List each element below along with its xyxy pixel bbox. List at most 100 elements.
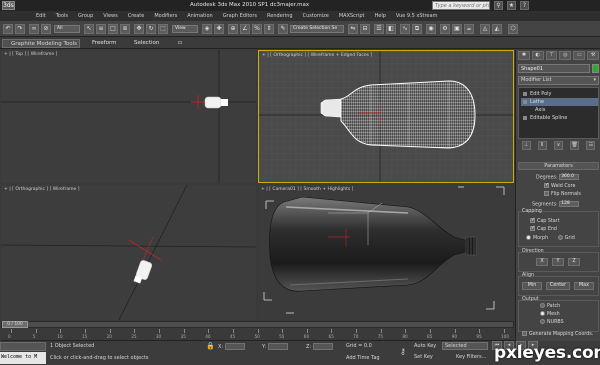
search-box[interactable] [432, 1, 490, 10]
menu-group[interactable]: Group [78, 11, 93, 21]
material-editor-icon[interactable]: ◉ [426, 24, 436, 34]
show-end-result-icon[interactable]: Ⅱ [537, 141, 547, 150]
menu-modifiers[interactable]: Modifiers [154, 11, 177, 21]
scale-icon[interactable]: ⬚ [158, 24, 168, 34]
stack-item-edit-poly[interactable]: Edit Poly [523, 90, 552, 98]
key-selection-dropdown[interactable]: Selected [442, 342, 488, 350]
cap-start-checkbox[interactable]: ✓ [530, 218, 535, 223]
create-tab-icon[interactable]: ✱ [518, 51, 530, 60]
viewport-label[interactable]: + | [ Orthographic ] [ Wireframe + Edged… [262, 53, 372, 58]
percent-snap-icon[interactable]: % [252, 24, 262, 34]
gen-mapping-checkbox[interactable] [522, 331, 527, 336]
menu-maxscript[interactable]: MAXScript [339, 11, 365, 21]
spinner-snap-icon[interactable]: ⇕ [264, 24, 274, 34]
viewport-top[interactable]: + | [ Top ] [ Wireframe ] [1, 50, 256, 183]
angle-snap-icon[interactable]: ∠ [240, 24, 250, 34]
grid-radio[interactable] [557, 235, 563, 240]
edit-named-sets-icon[interactable]: ✎ [278, 24, 288, 34]
tab-selection[interactable]: Selection [134, 40, 159, 46]
tab-graphite-modeling-tools[interactable]: Graphite Modeling Tools [2, 39, 80, 48]
weld-core-checkbox[interactable]: ✓ [544, 183, 549, 188]
menu-create[interactable]: Create [128, 11, 145, 21]
time-slider[interactable]: 0 / 100 [1, 321, 514, 328]
segments-spinner[interactable]: 128 [559, 201, 580, 207]
stack-item-editable-spline[interactable]: Editable Spline [523, 114, 567, 122]
layer-manager-icon[interactable]: ☰ [374, 24, 384, 34]
key-filters-button[interactable]: Key Filters... [456, 354, 486, 360]
select-by-name-icon[interactable]: ≡ [96, 24, 106, 34]
move-icon[interactable]: ✥ [134, 24, 144, 34]
rect-region-icon[interactable]: □ [108, 24, 118, 34]
unlink-icon[interactable]: ⊘ [41, 24, 51, 34]
tab-freeform[interactable]: Freeform [92, 40, 117, 46]
menu-help[interactable]: Help [375, 11, 386, 21]
patch-radio[interactable] [540, 303, 545, 308]
link-icon[interactable]: ∞ [29, 24, 39, 34]
modifier-list-dropdown[interactable]: Modifier List [518, 76, 599, 85]
display-tab-icon[interactable]: ▭ [573, 51, 586, 60]
redo-icon[interactable]: ↷ [15, 24, 25, 34]
viewport-camera[interactable]: + | [ Camera01 ] [ Smooth + Highlights ] [258, 185, 514, 320]
maxscript-listener-top[interactable] [0, 342, 46, 351]
viewport-front[interactable]: + | [ Orthographic ] [ Wireframe + Edged… [258, 50, 514, 183]
vue-render-icon[interactable]: ◭ [492, 24, 502, 34]
motion-tab-icon[interactable]: ◎ [559, 51, 572, 60]
window-crossing-icon[interactable]: ⧈ [120, 24, 130, 34]
app-logo-icon[interactable]: 3ds [2, 1, 15, 10]
menu-tools[interactable]: Tools [56, 11, 68, 21]
direction-y-button[interactable]: Y [552, 258, 564, 266]
direction-x-button[interactable]: X [536, 258, 548, 266]
align-max-button[interactable]: Max [574, 282, 594, 290]
align-min-button[interactable]: Min [522, 282, 542, 290]
menu-rendering[interactable]: Rendering [267, 11, 293, 21]
set-key-icon[interactable]: ⚷ [400, 347, 406, 356]
curve-editor-icon[interactable]: ∿ [400, 24, 410, 34]
graphite-toggle-icon[interactable]: ◧ [386, 24, 396, 34]
render-production-icon[interactable]: ☕ [464, 24, 474, 34]
remove-modifier-icon[interactable]: 🗑 [570, 141, 580, 150]
named-selection-dropdown[interactable]: Create Selection Se [290, 25, 344, 33]
nurbs-radio[interactable] [540, 319, 545, 324]
menu-graph-editors[interactable]: Graph Editors [223, 11, 257, 21]
stack-item-axis[interactable]: Axis [535, 106, 545, 114]
maxscript-mini-listener[interactable]: Welcome to M [0, 352, 46, 364]
snaps-icon[interactable]: ⊕ [228, 24, 238, 34]
viewport-label[interactable]: + | [ Orthographic ] [ Wireframe ] [4, 187, 79, 192]
star-icon[interactable]: ★ [507, 1, 516, 10]
y-coordinate-field[interactable] [267, 343, 288, 350]
hierarchy-tab-icon[interactable]: ⊤ [545, 51, 558, 60]
rendered-frame-icon[interactable]: ▣ [452, 24, 462, 34]
align-center-button[interactable]: Center [546, 282, 570, 290]
object-name-field[interactable] [518, 64, 590, 73]
menu-views[interactable]: Views [103, 11, 117, 21]
render-setup-icon[interactable]: ⚙ [440, 24, 450, 34]
set-key-button[interactable]: Set Key [414, 354, 433, 360]
lock-selection-icon[interactable]: 🔒 [206, 342, 215, 350]
rotate-icon[interactable]: ↻ [146, 24, 156, 34]
z-coordinate-field[interactable] [312, 343, 333, 350]
manipulate-icon[interactable]: ✚ [214, 24, 224, 34]
object-name-input[interactable] [519, 65, 589, 72]
menu-edit[interactable]: Edit [36, 11, 46, 21]
search-input[interactable] [433, 2, 489, 9]
viewport-label[interactable]: + | [ Top ] [ Wireframe ] [4, 52, 57, 57]
pivot-icon[interactable]: ◈ [202, 24, 212, 34]
help-icon[interactable]: ? [520, 1, 529, 10]
configure-sets-icon[interactable]: ☷ [586, 141, 596, 150]
cap-end-checkbox[interactable]: ✓ [530, 226, 535, 231]
add-time-tag-button[interactable]: Add Time Tag [346, 355, 380, 361]
ribbon-minimize-icon[interactable]: ▫ [178, 39, 182, 46]
make-unique-icon[interactable]: ∨ [553, 141, 563, 150]
binoculars-icon[interactable]: ⚲ [494, 1, 503, 10]
track-bar[interactable]: 0 5 10 15 20 25 30 35 40 45 50 55 60 65 70 75 80 85 90 95 10… [1, 329, 514, 341]
time-slider-handle[interactable]: 0 / 100 [2, 321, 28, 328]
pin-stack-icon[interactable]: ⊥ [521, 141, 531, 150]
selection-filter-dropdown[interactable]: All [54, 25, 80, 33]
menu-animation[interactable]: Animation [187, 11, 213, 21]
viewport-label[interactable]: + | [ Camera01 ] [ Smooth + Highlights ] [261, 187, 353, 192]
auto-key-button[interactable]: Auto Key [414, 343, 436, 349]
mesh-radio[interactable] [540, 311, 545, 316]
stack-item-lathe[interactable]: Lathe [521, 98, 598, 106]
morph-radio[interactable] [526, 235, 531, 240]
align-icon[interactable]: ⊟ [360, 24, 370, 34]
